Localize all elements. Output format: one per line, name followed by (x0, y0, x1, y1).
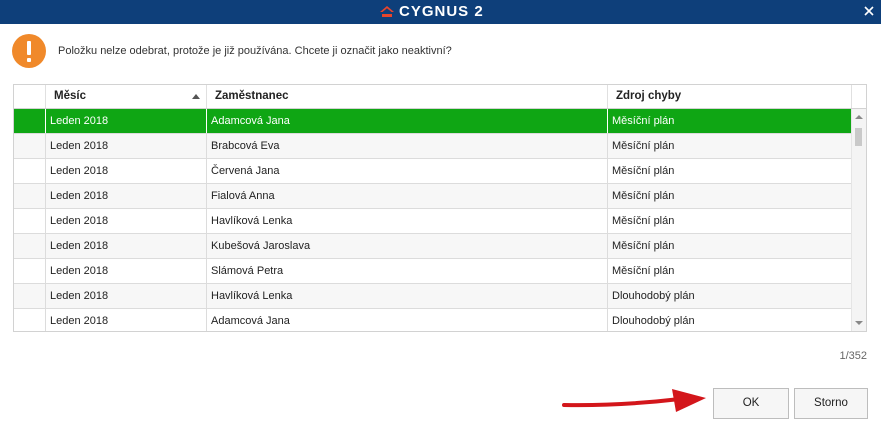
cell-zdroj-chyby: Měsíční plán (608, 159, 852, 183)
cell-zdroj-chyby: Měsíční plán (608, 184, 852, 208)
house-logo-icon (380, 6, 394, 17)
cell-mesic: Leden 2018 (46, 184, 207, 208)
title-bar: CYGNUS 2 (0, 0, 881, 24)
column-header-mesic[interactable]: Měsíc (46, 85, 207, 108)
table-row[interactable]: Leden 2018 Adamcová Jana Měsíční plán (14, 109, 852, 134)
cell-zamestnanec: Červená Jana (207, 159, 608, 183)
column-header-zdroj-chyby[interactable]: Zdroj chyby (608, 85, 852, 108)
column-header-zamestnanec[interactable]: Zaměstnanec (207, 85, 608, 108)
cell-zdroj-chyby: Měsíční plán (608, 259, 852, 283)
cell-zdroj-chyby: Měsíční plán (608, 109, 852, 133)
cell-mesic: Leden 2018 (46, 159, 207, 183)
scroll-up-icon[interactable] (855, 115, 863, 119)
table-row[interactable]: Leden 2018 Kubešová Jaroslava Měsíční plán (14, 234, 852, 259)
table-row[interactable]: Leden 2018 Adamcová Jana Dlouhodobý plán (14, 309, 852, 331)
grid-header: Měsíc Zaměstnanec Zdroj chyby (14, 85, 866, 109)
dialog-message: Položku nelze odebrat, protože je již po… (58, 45, 452, 57)
scroll-down-icon[interactable] (855, 321, 863, 325)
row-indicator (14, 309, 46, 331)
vertical-scrollbar[interactable] (851, 109, 866, 331)
row-indicator (14, 159, 46, 183)
cell-mesic: Leden 2018 (46, 259, 207, 283)
brand-name: CYGNUS 2 (399, 3, 484, 20)
cell-mesic: Leden 2018 (46, 234, 207, 258)
ok-button[interactable]: OK (713, 388, 789, 419)
table-row[interactable]: Leden 2018 Brabcová Eva Měsíční plán (14, 134, 852, 159)
row-indicator (14, 259, 46, 283)
cell-zdroj-chyby: Měsíční plán (608, 134, 852, 158)
cell-zamestnanec: Havlíková Lenka (207, 209, 608, 233)
table-row[interactable]: Leden 2018 Havlíková Lenka Měsíční plán (14, 209, 852, 234)
cancel-button[interactable]: Storno (794, 388, 868, 419)
cell-zamestnanec: Adamcová Jana (207, 309, 608, 331)
cell-mesic: Leden 2018 (46, 134, 207, 158)
row-indicator (14, 209, 46, 233)
table-row[interactable]: Leden 2018 Fialová Anna Měsíční plán (14, 184, 852, 209)
cell-zdroj-chyby: Dlouhodobý plán (608, 309, 852, 331)
cell-zamestnanec: Slámová Petra (207, 259, 608, 283)
sort-ascending-icon (192, 94, 200, 99)
cell-zamestnanec: Brabcová Eva (207, 134, 608, 158)
row-indicator (14, 234, 46, 258)
cell-mesic: Leden 2018 (46, 109, 207, 133)
row-indicator (14, 184, 46, 208)
cell-mesic: Leden 2018 (46, 309, 207, 331)
cell-zamestnanec: Fialová Anna (207, 184, 608, 208)
record-counter: 1/352 (839, 350, 867, 362)
table-row[interactable]: Leden 2018 Červená Jana Měsíční plán (14, 159, 852, 184)
cell-zamestnanec: Kubešová Jaroslava (207, 234, 608, 258)
red-arrow-annotation (562, 389, 706, 412)
cell-mesic: Leden 2018 (46, 284, 207, 308)
cell-zamestnanec: Adamcová Jana (207, 109, 608, 133)
cell-zdroj-chyby: Měsíční plán (608, 209, 852, 233)
data-grid: Měsíc Zaměstnanec Zdroj chyby Leden 2018… (13, 84, 867, 332)
row-indicator (14, 109, 46, 133)
row-indicator (14, 284, 46, 308)
close-icon[interactable] (861, 3, 877, 19)
cell-mesic: Leden 2018 (46, 209, 207, 233)
scroll-thumb[interactable] (855, 128, 862, 146)
table-row[interactable]: Leden 2018 Havlíková Lenka Dlouhodobý plán (14, 284, 852, 309)
cell-zdroj-chyby: Měsíční plán (608, 234, 852, 258)
table-row[interactable]: Leden 2018 Slámová Petra Měsíční plán (14, 259, 852, 284)
warning-exclamation-icon (12, 34, 46, 68)
cygnus-logo: CYGNUS 2 (379, 4, 484, 20)
cell-zamestnanec: Havlíková Lenka (207, 284, 608, 308)
cell-zdroj-chyby: Dlouhodobý plán (608, 284, 852, 308)
row-indicator-header (14, 85, 46, 108)
row-indicator (14, 134, 46, 158)
